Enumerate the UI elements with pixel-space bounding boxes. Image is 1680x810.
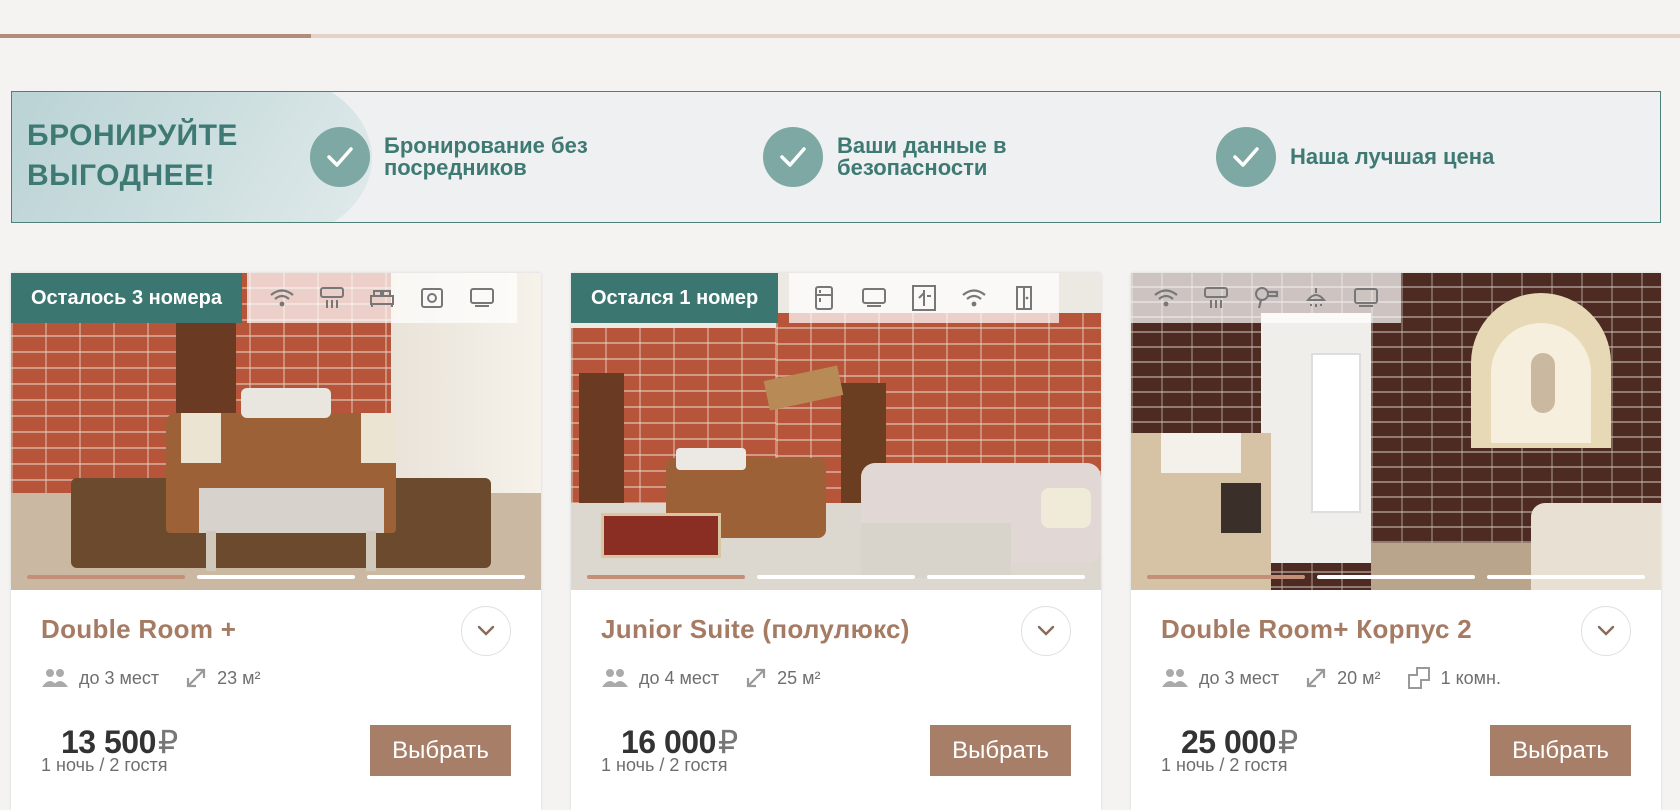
slider-dot-active[interactable] bbox=[1147, 575, 1305, 579]
room-card-double-room-plus: Осталось 3 номера Double Room + до 3 мес… bbox=[11, 273, 541, 810]
tv-icon bbox=[457, 273, 507, 323]
guests-icon bbox=[1162, 669, 1188, 687]
slider-dot[interactable] bbox=[367, 575, 525, 579]
room-title[interactable]: Double Room+ Корпус 2 bbox=[1161, 614, 1472, 645]
select-room-button[interactable]: Выбрать bbox=[930, 725, 1071, 776]
guests-text: до 3 мест bbox=[1199, 667, 1280, 688]
check-icon bbox=[310, 127, 370, 187]
tv-icon bbox=[849, 273, 899, 323]
promo-item-best-price: Наша лучшая цена bbox=[1216, 126, 1540, 188]
page-progress-fill bbox=[0, 34, 311, 38]
area-info: 25 м² bbox=[745, 667, 821, 689]
area-resize-icon bbox=[747, 668, 766, 688]
room-photo[interactable]: Осталось 3 номера bbox=[11, 273, 541, 590]
expand-button[interactable] bbox=[1581, 606, 1631, 656]
promo-item-text: Ваши данные в безопасности bbox=[837, 133, 1007, 180]
photo-slider-indicator bbox=[1147, 575, 1645, 579]
wifi-icon bbox=[949, 273, 999, 323]
tv-icon bbox=[1341, 273, 1391, 323]
hairdryer-icon bbox=[1241, 273, 1291, 323]
guests-icon bbox=[42, 669, 68, 687]
expand-button[interactable] bbox=[1021, 606, 1071, 656]
room-card-junior-suite: Остался 1 номер Junior Suite (полулюкс) … bbox=[571, 273, 1101, 810]
area-resize-icon bbox=[1307, 668, 1326, 688]
room-title[interactable]: Junior Suite (полулюкс) bbox=[601, 614, 910, 645]
price-note: 1 ночь / 2 гостя bbox=[41, 755, 168, 775]
room-title[interactable]: Double Room + bbox=[41, 614, 236, 645]
check-icon bbox=[763, 127, 823, 187]
slider-dot[interactable] bbox=[1487, 575, 1645, 579]
fridge-icon bbox=[799, 273, 849, 323]
amenities-bar bbox=[789, 273, 1059, 323]
guests-info: до 4 мест bbox=[601, 667, 719, 689]
select-room-button[interactable]: Выбрать bbox=[1490, 725, 1631, 776]
area-text: 23 м² bbox=[217, 667, 261, 688]
wifi-icon bbox=[1141, 273, 1191, 323]
slider-dot-active[interactable] bbox=[27, 575, 185, 579]
safe-icon bbox=[407, 273, 457, 323]
wifi-icon bbox=[257, 273, 307, 323]
page-progress-track bbox=[0, 34, 1680, 38]
guests-icon bbox=[602, 669, 628, 687]
expand-button[interactable] bbox=[461, 606, 511, 656]
room-photo[interactable] bbox=[1131, 273, 1661, 590]
area-info: 23 м² bbox=[185, 667, 261, 689]
chevron-down-icon bbox=[1597, 625, 1615, 636]
area-resize-icon bbox=[187, 668, 206, 688]
wardrobe-icon bbox=[899, 273, 949, 323]
photo-slider-indicator bbox=[587, 575, 1085, 579]
air-conditioner-icon bbox=[1191, 273, 1241, 323]
promo-banner: БРОНИРУЙТЕ ВЫГОДНЕЕ! Бронирование без по… bbox=[11, 91, 1661, 223]
guests-text: до 3 мест bbox=[79, 667, 160, 688]
rooms-text: 1 комн. bbox=[1440, 667, 1501, 688]
room-photo[interactable]: Остался 1 номер bbox=[571, 273, 1101, 590]
promo-item-data-safety: Ваши данные в безопасности bbox=[763, 126, 1087, 188]
select-room-button[interactable]: Выбрать bbox=[370, 725, 511, 776]
photo-slider-indicator bbox=[27, 575, 525, 579]
room-card-double-room-plus-building-2: Double Room+ Корпус 2 до 3 мест 20 м² 1 … bbox=[1131, 273, 1661, 810]
rooms-icon bbox=[1407, 667, 1430, 689]
promo-item-text: Бронирование без посредников bbox=[384, 133, 588, 180]
shower-icon bbox=[1291, 273, 1341, 323]
area-text: 20 м² bbox=[1337, 667, 1381, 688]
bed-icon bbox=[357, 273, 407, 323]
chevron-down-icon bbox=[1037, 625, 1055, 636]
slider-dot[interactable] bbox=[197, 575, 355, 579]
room-facts: до 3 мест 20 м² 1 комн. bbox=[1161, 658, 1527, 698]
slider-dot[interactable] bbox=[1317, 575, 1475, 579]
area-text: 25 м² bbox=[777, 667, 821, 688]
promo-item-text: Наша лучшая цена bbox=[1290, 144, 1495, 169]
guests-text: до 4 мест bbox=[639, 667, 720, 688]
air-conditioner-icon bbox=[307, 273, 357, 323]
promo-title: БРОНИРУЙТЕ ВЫГОДНЕЕ! bbox=[27, 119, 238, 192]
availability-badge: Остался 1 номер bbox=[571, 273, 779, 323]
door-icon bbox=[999, 273, 1049, 323]
room-facts: до 4 мест 25 м² bbox=[601, 658, 847, 698]
price-note: 1 ночь / 2 гостя bbox=[601, 755, 728, 775]
area-info: 20 м² bbox=[1305, 667, 1381, 689]
guests-info: до 3 мест bbox=[1161, 667, 1279, 689]
amenities-bar bbox=[1131, 273, 1401, 323]
amenities-bar bbox=[247, 273, 517, 323]
slider-dot[interactable] bbox=[927, 575, 1085, 579]
rooms-info: 1 комн. bbox=[1407, 666, 1501, 690]
availability-badge: Осталось 3 номера bbox=[11, 273, 242, 323]
guests-info: до 3 мест bbox=[41, 667, 159, 689]
promo-item-no-intermediaries: Бронирование без посредников bbox=[310, 126, 634, 188]
slider-dot[interactable] bbox=[757, 575, 915, 579]
slider-dot-active[interactable] bbox=[587, 575, 745, 579]
check-icon bbox=[1216, 127, 1276, 187]
room-facts: до 3 мест 23 м² bbox=[41, 658, 287, 698]
chevron-down-icon bbox=[477, 625, 495, 636]
price-note: 1 ночь / 2 гостя bbox=[1161, 755, 1288, 775]
